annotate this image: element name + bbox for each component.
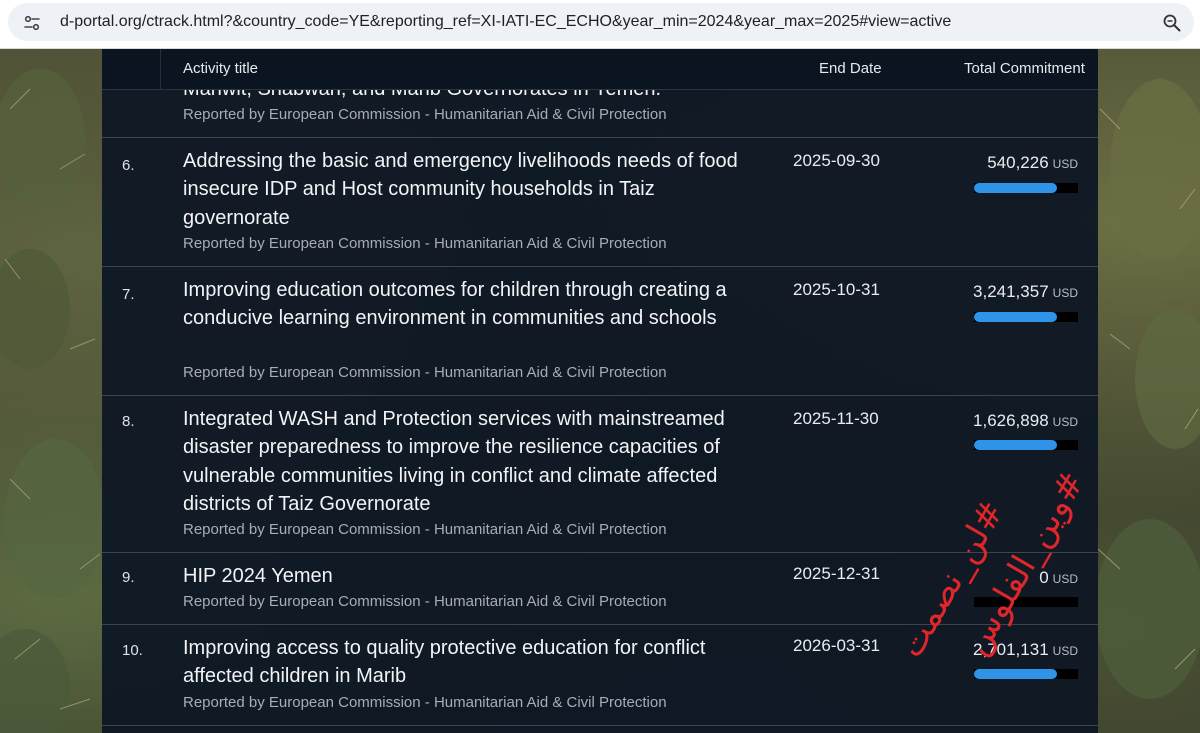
column-header-total-commitment[interactable]: Total Commitment xyxy=(964,60,1085,77)
table-row[interactable]: 10. Improving access to quality protecti… xyxy=(102,625,1098,726)
amount-value: 2,701,131 xyxy=(973,640,1049,659)
amount-value: 540,226 xyxy=(987,153,1049,172)
header-divider xyxy=(160,49,161,89)
commitment-bar-fill xyxy=(974,440,1058,450)
activity-title[interactable]: HIP 2024 Yemen xyxy=(183,562,743,590)
reporter-text: Reported by European Commission - Humani… xyxy=(183,593,667,610)
end-date: 2026-03-31 xyxy=(793,636,880,655)
activity-title[interactable]: Integrated WASH and Protection services … xyxy=(183,405,743,518)
row-number: 6. xyxy=(122,157,135,174)
currency-label: USD xyxy=(1052,415,1078,429)
table-row[interactable]: 9. HIP 2024 Yemen Reported by European C… xyxy=(102,553,1098,625)
reporter-text: Reported by European Commission - Humani… xyxy=(183,106,667,123)
cactus-decoration-left xyxy=(0,69,105,733)
activities-table: Activity title End Date Total Commitment… xyxy=(102,49,1098,733)
browser-address-bar: d-portal.org/ctrack.html?&country_code=Y… xyxy=(0,0,1200,49)
url-text[interactable]: d-portal.org/ctrack.html?&country_code=Y… xyxy=(60,13,951,31)
activity-title[interactable]: Addressing the basic and emergency livel… xyxy=(183,147,743,232)
reporter-text: Reported by European Commission - Humani… xyxy=(183,694,667,711)
end-date: 2025-09-30 xyxy=(793,151,880,170)
end-date: 2025-12-31 xyxy=(793,564,880,583)
reporter-text: Reported by European Commission - Humani… xyxy=(183,521,667,538)
commitment-bar-fill xyxy=(974,312,1058,322)
reporter-text: Reported by European Commission - Humani… xyxy=(183,364,667,381)
table-row[interactable]: 8. Integrated WASH and Protection servic… xyxy=(102,396,1098,553)
reporter-text: Reported by European Commission - Humani… xyxy=(183,235,667,252)
url-omnibox[interactable]: d-portal.org/ctrack.html?&country_code=Y… xyxy=(8,3,1194,41)
commitment-bar-fill xyxy=(974,183,1058,193)
row-number: 10. xyxy=(122,642,143,659)
commitment-bar xyxy=(974,312,1078,322)
site-info-icon[interactable] xyxy=(23,14,41,32)
end-date: 2025-11-30 xyxy=(793,409,879,428)
currency-label: USD xyxy=(1052,572,1078,586)
commitment-amount: 2,701,131 USD xyxy=(973,640,1078,660)
commitment-bar-fill xyxy=(974,669,1058,679)
activity-title[interactable]: Improving access to quality protective e… xyxy=(183,634,743,691)
table-row[interactable]: 7. Improving education outcomes for chil… xyxy=(102,267,1098,396)
row-number: 7. xyxy=(122,286,135,303)
activity-title[interactable]: Improving education outcomes for childre… xyxy=(183,276,743,333)
commitment-bar xyxy=(974,597,1078,607)
column-header-title[interactable]: Activity title xyxy=(183,60,258,77)
table-header: Activity title End Date Total Commitment xyxy=(102,49,1098,90)
commitment-amount: 540,226 USD xyxy=(987,153,1078,173)
commitment-bar xyxy=(974,440,1078,450)
amount-value: 0 xyxy=(1039,568,1049,587)
row-number: 9. xyxy=(122,569,135,586)
row-number: 8. xyxy=(122,413,135,430)
commitment-amount: 0 USD xyxy=(1039,568,1078,588)
currency-label: USD xyxy=(1052,644,1078,658)
commitment-bar xyxy=(974,669,1078,679)
amount-value: 3,241,357 xyxy=(973,282,1049,301)
commitment-bar xyxy=(974,183,1078,193)
cactus-decoration-right xyxy=(1095,79,1200,699)
column-header-end-date[interactable]: End Date xyxy=(819,60,882,77)
currency-label: USD xyxy=(1052,157,1078,171)
commitment-amount: 3,241,357 USD xyxy=(973,282,1078,302)
zoom-icon[interactable] xyxy=(1162,13,1182,33)
commitment-amount: 1,626,898 USD xyxy=(973,411,1078,431)
end-date: 2025-10-31 xyxy=(793,280,880,299)
amount-value: 1,626,898 xyxy=(973,411,1049,430)
currency-label: USD xyxy=(1052,286,1078,300)
table-row[interactable]: 6. Addressing the basic and emergency li… xyxy=(102,138,1098,267)
